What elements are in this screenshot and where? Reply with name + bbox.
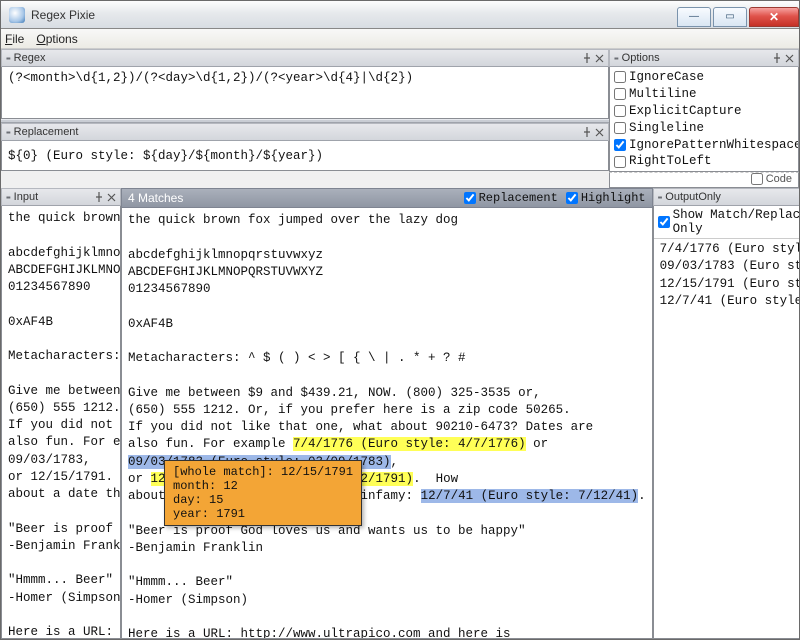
- match-highlight[interactable]: 7/4/1776 (Euro style: 4/7/1776): [293, 437, 526, 451]
- code-checkbox-row: Code: [609, 172, 799, 188]
- panel-close-icon[interactable]: [595, 54, 604, 63]
- app-icon: [9, 7, 25, 23]
- options-panel-title: Options: [622, 52, 660, 64]
- options-panel-header[interactable]: ▪▪Options: [609, 49, 799, 67]
- show-match-only-label: Show Match/Replacements Only: [673, 208, 800, 236]
- menu-file[interactable]: File: [5, 32, 24, 46]
- option-label: Singleline: [629, 120, 704, 137]
- option-ignorepatternwhitespace[interactable]: [614, 139, 626, 151]
- matches-text: or: [526, 437, 549, 451]
- option-label: ExplicitCapture: [629, 103, 742, 120]
- code-checkbox[interactable]: [751, 173, 763, 185]
- regex-panel-title: Regex: [14, 52, 46, 64]
- pin-icon[interactable]: [772, 53, 782, 63]
- menu-options[interactable]: Options: [36, 32, 77, 46]
- work-area: ▪▪Input the quick brown fo abcdefghijklm…: [1, 188, 799, 639]
- option-ignorecase[interactable]: [614, 71, 626, 83]
- option-label: IgnorePatternWhitespace: [629, 137, 799, 154]
- option-righttoleft[interactable]: [614, 156, 626, 168]
- window-controls: — ▭ ✕: [675, 3, 799, 27]
- replacement-panel-title: Replacement: [14, 126, 79, 138]
- close-button[interactable]: ✕: [749, 7, 799, 27]
- replacement-input[interactable]: ${0} (Euro style: ${day}/${month}/${year…: [1, 141, 609, 171]
- option-label: IgnoreCase: [629, 69, 704, 86]
- replacement-toggle[interactable]: [464, 192, 476, 204]
- input-panel-header[interactable]: ▪▪Input: [1, 188, 121, 206]
- option-label: RightToLeft: [629, 153, 712, 170]
- regex-input[interactable]: (?<month>\d{1,2})/(?<day>\d{1,2})/(?<yea…: [1, 67, 609, 119]
- highlight-toggle-label: Highlight: [581, 191, 646, 205]
- window-title: Regex Pixie: [31, 8, 95, 22]
- pin-icon[interactable]: [582, 127, 592, 137]
- title-bar: Regex Pixie — ▭ ✕: [1, 1, 799, 29]
- match-highlight[interactable]: 12/7/41 (Euro style: 7/12/41): [421, 489, 639, 503]
- replacement-panel-header[interactable]: ▪▪Replacement: [1, 123, 609, 141]
- panel-close-icon[interactable]: [107, 193, 116, 202]
- input-panel-title: Input: [14, 191, 38, 203]
- option-multiline[interactable]: [614, 88, 626, 100]
- top-panels: ▪▪Regex (?<month>\d{1,2})/(?<day>\d{1,2}…: [1, 49, 799, 188]
- maximize-button[interactable]: ▭: [713, 7, 747, 27]
- option-singleline[interactable]: [614, 122, 626, 134]
- menu-bar: File Options: [1, 29, 799, 49]
- panel-close-icon[interactable]: [595, 128, 604, 137]
- code-label: Code: [766, 173, 792, 185]
- regex-panel-header[interactable]: ▪▪Regex: [1, 49, 609, 67]
- pin-icon[interactable]: [94, 192, 104, 202]
- options-panel: IgnoreCase Multiline ExplicitCapture Sin…: [609, 67, 799, 172]
- option-explicitcapture[interactable]: [614, 105, 626, 117]
- output-panel-header[interactable]: ▪▪OutputOnly: [653, 188, 800, 206]
- highlight-toggle[interactable]: [566, 192, 578, 204]
- matches-header: 4 Matches Replacement Highlight: [121, 188, 653, 208]
- match-count: 4 Matches: [128, 191, 183, 205]
- output-panel: Show Match/Replacements Only 7/4/1776 (E…: [653, 206, 800, 639]
- input-textarea[interactable]: the quick brown fo abcdefghijklmnopqr AB…: [1, 206, 121, 639]
- minimize-button[interactable]: —: [677, 7, 711, 27]
- matches-view[interactable]: the quick brown fox jumped over the lazy…: [121, 208, 653, 639]
- panel-close-icon[interactable]: [785, 54, 794, 63]
- matches-text: the quick brown fox jumped over the lazy…: [128, 213, 593, 451]
- show-match-only-toggle[interactable]: [658, 216, 670, 228]
- output-panel-title: OutputOnly: [665, 191, 721, 203]
- match-tooltip: [whole match]: 12/15/1791 month: 12 day:…: [164, 460, 362, 526]
- app-window: Regex Pixie — ▭ ✕ File Options ▪▪Regex (…: [0, 0, 800, 640]
- output-text[interactable]: 7/4/1776 (Euro style: 4/7/1776) 09/03/17…: [654, 239, 800, 638]
- option-label: Multiline: [629, 86, 697, 103]
- replacement-toggle-label: Replacement: [479, 191, 558, 205]
- pin-icon[interactable]: [582, 53, 592, 63]
